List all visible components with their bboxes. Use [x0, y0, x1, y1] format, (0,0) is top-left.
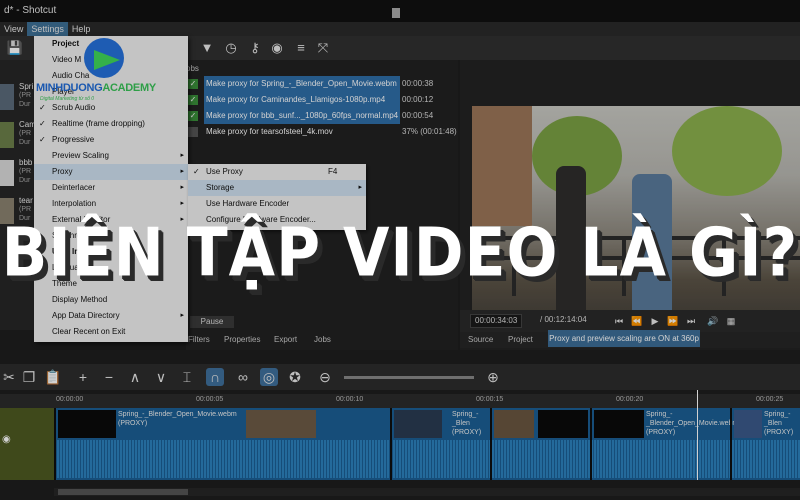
- brand-logo: MINHDUONGACADEMY Digital Marketing từ số…: [36, 38, 176, 108]
- headline: BIÊN TẬP VIDEO LÀ GÌ?: [1, 213, 799, 293]
- globe-icon: [84, 38, 124, 78]
- arrow-icon: [94, 50, 120, 70]
- logo-tagline: Digital Marketing từ số 0: [40, 96, 95, 102]
- logo-text: MINHDUONGACADEMY: [36, 82, 156, 94]
